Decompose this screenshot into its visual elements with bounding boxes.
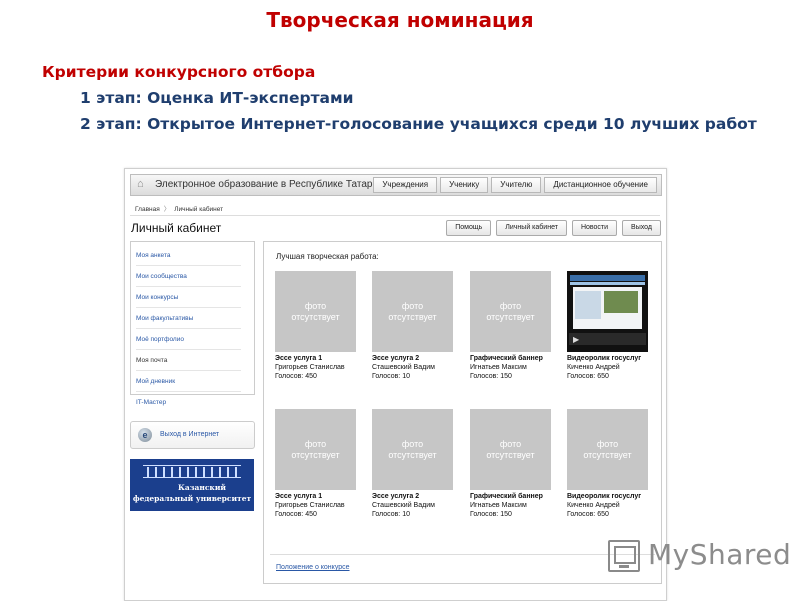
- stage-1-text: 1 этап: Оценка ИТ-экспертами: [80, 89, 354, 107]
- sidebar-item-it-master[interactable]: IT-Мастер: [136, 399, 241, 412]
- work-card[interactable]: фото отсутствует Эссе услуга 2 Сташевский…: [372, 271, 458, 380]
- divider: [270, 554, 655, 555]
- sidebar-item-mail[interactable]: Моя почта: [136, 357, 241, 371]
- work-card[interactable]: фото отсутствует Эссе услуга 2 Сташевский…: [372, 409, 458, 518]
- header-buttons: Помощь Личный кабинет Новости Выход: [446, 220, 661, 236]
- cabinet-button[interactable]: Личный кабинет: [496, 220, 567, 236]
- work-votes: Голосов: 150: [470, 373, 512, 380]
- news-button[interactable]: Новости: [571, 220, 618, 236]
- work-author: Григорьев Станислав: [275, 502, 345, 509]
- work-author: Киченко Андрей: [567, 502, 620, 509]
- work-author: Григорьев Станислав: [275, 364, 345, 371]
- photo-placeholder: фото отсутствует: [470, 271, 551, 352]
- photo-placeholder: фото отсутствует: [275, 271, 356, 352]
- best-work-heading: Лучшая творческая работа:: [276, 252, 379, 261]
- video-thumbnail[interactable]: ▶: [567, 271, 648, 352]
- logout-button[interactable]: Выход: [622, 220, 661, 236]
- work-author: Киченко Андрей: [567, 364, 620, 371]
- sidebar: Моя анкета Мои сообщества Мои конкурсы М…: [130, 241, 255, 406]
- work-title[interactable]: Графический баннер: [470, 355, 556, 362]
- sidebar-item-contests[interactable]: Мои конкурсы: [136, 294, 241, 308]
- play-icon[interactable]: ▶: [573, 335, 579, 344]
- stage-2-text: 2 этап: Открытое Интернет-голосование уч…: [80, 115, 757, 133]
- work-votes: Голосов: 10: [372, 373, 410, 380]
- work-title[interactable]: Эссе услуга 1: [275, 493, 361, 500]
- university-name-line1: Казанский: [178, 483, 226, 492]
- breadcrumb-home[interactable]: Главная: [135, 206, 160, 213]
- watermark-text: MyShared: [648, 538, 792, 571]
- portal-name: Электронное образование в Республике Тат…: [155, 179, 394, 190]
- page-title: Личный кабинет: [131, 221, 222, 235]
- work-title[interactable]: Эссе услуга 1: [275, 355, 361, 362]
- slide-title: Творческая номинация: [266, 8, 534, 32]
- work-author: Игнатьев Максим: [470, 502, 527, 509]
- sidebar-item-profile[interactable]: Моя анкета: [136, 252, 241, 266]
- work-card[interactable]: фото отсутствует Графический баннер Игнат…: [470, 271, 556, 380]
- photo-placeholder: фото отсутствует: [372, 271, 453, 352]
- work-card[interactable]: фото отсутствует Видеоролик госуслуг Киче…: [567, 409, 653, 518]
- breadcrumb: Главная 〉 Личный кабинет: [135, 203, 223, 213]
- watermark: MyShared: [608, 536, 791, 576]
- help-button[interactable]: Помощь: [446, 220, 492, 236]
- home-icon[interactable]: ⌂: [137, 178, 149, 190]
- photo-placeholder: фото отсутствует: [470, 409, 551, 490]
- tab-distance-learning[interactable]: Дистанционное обучение: [544, 177, 657, 193]
- work-author: Сташевский Вадим: [372, 502, 435, 509]
- contest-rules-link[interactable]: Положение о конкурсе: [276, 564, 350, 571]
- work-title[interactable]: Эссе услуга 2: [372, 493, 458, 500]
- work-author: Игнатьев Максим: [470, 364, 527, 371]
- work-card[interactable]: фото отсутствует Эссе услуга 1 Григорьев …: [275, 409, 361, 518]
- internet-button-label: Выход в Интернет: [160, 431, 220, 438]
- main-panel: Лучшая творческая работа: фото отсутствуе…: [263, 241, 662, 584]
- work-votes: Голосов: 650: [567, 373, 609, 380]
- work-title[interactable]: Эссе услуга 2: [372, 355, 458, 362]
- portal-header: ⌂ Электронное образование в Республике Т…: [130, 174, 662, 196]
- work-card[interactable]: фото отсутствует Эссе услуга 1 Григорьев …: [275, 271, 361, 380]
- work-card[interactable]: фото отсутствует Графический баннер Игнат…: [470, 409, 556, 518]
- divider: [130, 215, 660, 216]
- ie-globe-icon: e: [138, 428, 152, 442]
- tab-institutions[interactable]: Учреждения: [373, 177, 438, 193]
- photo-placeholder: фото отсутствует: [567, 409, 648, 490]
- work-card[interactable]: ▶ Видеоролик госуслуг Киченко Андрей Гол…: [567, 271, 653, 380]
- sidebar-item-electives[interactable]: Мои факультативы: [136, 315, 241, 329]
- internet-button[interactable]: e Выход в Интернет: [130, 421, 255, 449]
- work-title[interactable]: Графический баннер: [470, 493, 556, 500]
- work-votes: Голосов: 650: [567, 511, 609, 518]
- work-title[interactable]: Видеоролик госуслуг: [567, 355, 653, 362]
- work-title[interactable]: Видеоролик госуслуг: [567, 493, 653, 500]
- university-name-line2: федеральный университет: [132, 494, 252, 503]
- university-building-icon: [143, 465, 241, 479]
- tab-student[interactable]: Ученику: [440, 177, 489, 193]
- work-votes: Голосов: 450: [275, 373, 317, 380]
- tab-teacher[interactable]: Учителю: [491, 177, 542, 193]
- photo-placeholder: фото отсутствует: [372, 409, 453, 490]
- sidebar-item-portfolio[interactable]: Моё портфолио: [136, 336, 241, 350]
- breadcrumb-current: Личный кабинет: [174, 206, 224, 213]
- portal-tabs: Учреждения Ученику Учителю Дистанционное…: [373, 177, 657, 193]
- photo-placeholder: фото отсутствует: [275, 409, 356, 490]
- sidebar-item-diary[interactable]: Мой дневник: [136, 378, 241, 392]
- portal-screenshot: ⌂ Электронное образование в Республике Т…: [124, 168, 667, 601]
- chevron-right-icon: 〉: [163, 206, 171, 213]
- monitor-icon: [608, 540, 640, 572]
- university-banner[interactable]: Казанский федеральный университет: [130, 459, 254, 511]
- sidebar-item-communities[interactable]: Мои сообщества: [136, 273, 241, 287]
- work-votes: Голосов: 150: [470, 511, 512, 518]
- work-votes: Голосов: 450: [275, 511, 317, 518]
- criteria-heading: Критерии конкурсного отбора: [42, 63, 316, 81]
- work-votes: Голосов: 10: [372, 511, 410, 518]
- work-author: Сташевский Вадим: [372, 364, 435, 371]
